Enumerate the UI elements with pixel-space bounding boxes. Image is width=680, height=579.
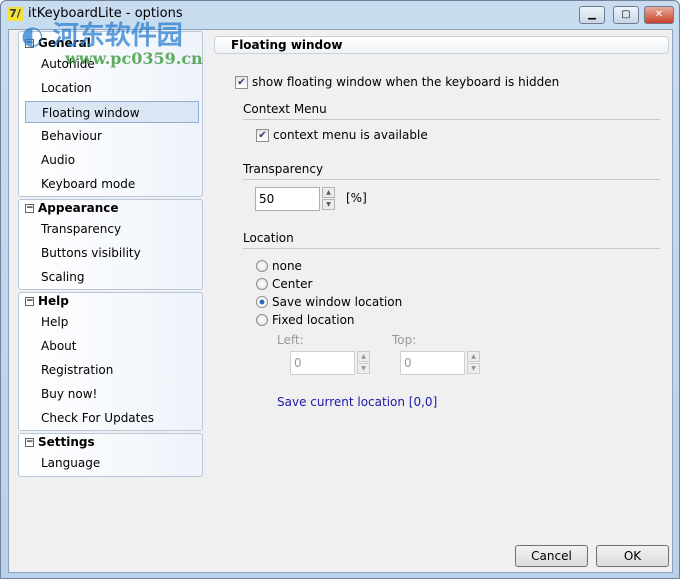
spin-up-icon[interactable]: ▲ [357,351,370,362]
location-radio[interactable]: Fixed location [256,313,355,327]
sidebar-item[interactable]: Scaling [25,266,199,288]
collapse-icon[interactable]: − [25,203,34,213]
radio-icon [256,260,268,272]
ok-button[interactable]: OK [596,545,669,567]
checkbox-checked-icon: ✔ [235,75,248,89]
sidebar-item[interactable]: Behaviour [25,125,199,147]
sidebar-item[interactable]: Language [25,452,199,474]
group-label: Help [38,294,69,308]
radio-label: Save window location [272,295,403,309]
checkbox-checked-icon: ✔ [256,128,269,142]
group-label: Appearance [38,201,119,215]
sidebar-item[interactable]: Audio [25,149,199,171]
radio-label: Fixed location [272,313,355,327]
panel-title: Floating window [214,36,669,54]
title-bar[interactable]: 7/ itKeyboardLite - options ▁ ▢ ✕ [1,1,679,29]
transparency-spinner[interactable]: ▲ ▼ [322,187,335,211]
location-radio[interactable]: Center [256,277,312,291]
sidebar-item[interactable]: About [25,335,199,357]
radio-icon [256,278,268,290]
sidebar-group-settings: − Settings Language [18,433,203,477]
group-label: Settings [38,435,95,449]
sidebar-item[interactable]: Autohide [25,53,199,75]
radio-icon [256,296,268,308]
group-header[interactable]: − Settings [25,435,95,449]
context-menu-label: context menu is available [273,128,428,142]
window-title: itKeyboardLite - options [28,6,183,21]
group-header[interactable]: − Help [25,294,69,308]
collapse-icon[interactable]: − [25,38,34,48]
context-menu-checkbox[interactable]: ✔ context menu is available [256,128,428,142]
group-header[interactable]: − General [25,36,91,50]
group-header[interactable]: − Appearance [25,201,119,215]
client-area: − General Autohide Location Floating window B… [8,29,673,573]
sidebar-item[interactable]: Check For Updates [25,407,199,429]
sidebar-item[interactable]: Location [25,77,199,99]
location-heading: Location [243,231,660,249]
sidebar-item[interactable]: Floating window [25,101,199,123]
spin-down-icon[interactable]: ▼ [357,363,370,374]
show-floating-checkbox[interactable]: ✔ show floating window when the keyboard… [235,75,559,89]
context-menu-heading: Context Menu [243,102,660,120]
maximize-button[interactable]: ▢ [613,6,639,24]
collapse-icon[interactable]: − [25,437,34,447]
sidebar-group-help: − Help Help About Registration Buy now! Check … [18,292,203,431]
save-current-location-link[interactable]: Save current location [0,0] [277,395,437,409]
sidebar-item[interactable]: Registration [25,359,199,381]
location-radio[interactable]: Save window location [256,295,402,309]
app-logo-icon: 7/ [7,7,23,21]
transparency-heading: Transparency [243,162,660,180]
spin-up-icon[interactable]: ▲ [467,351,480,362]
options-window: 7/ itKeyboardLite - options ▁ ▢ ✕ − Gener… [0,0,680,579]
close-button[interactable]: ✕ [644,6,674,24]
sidebar-group-general: − General Autohide Location Floating window B… [18,31,203,197]
show-floating-label: show floating window when the keyboard i… [252,75,560,89]
radio-icon [256,314,268,326]
sidebar-item[interactable]: Transparency [25,218,199,240]
transparency-unit: [%] [346,191,367,205]
top-spinner[interactable]: ▲ ▼ [467,351,480,375]
spin-up-icon[interactable]: ▲ [322,187,335,198]
left-spinner[interactable]: ▲ ▼ [357,351,370,375]
sidebar-item[interactable]: Buy now! [25,383,199,405]
left-label: Left: [277,333,304,347]
radio-label: Center [272,277,313,291]
left-input[interactable]: 0 [290,351,355,375]
group-label: General [38,36,91,50]
transparency-input[interactable]: 50 [255,187,320,211]
minimize-button[interactable]: ▁ [579,6,605,24]
spin-down-icon[interactable]: ▼ [467,363,480,374]
top-label: Top: [392,333,417,347]
spin-down-icon[interactable]: ▼ [322,199,335,210]
collapse-icon[interactable]: − [25,296,34,306]
sidebar-item[interactable]: Keyboard mode [25,173,199,195]
location-radio[interactable]: none [256,259,302,273]
sidebar-item[interactable]: Help [25,311,199,333]
sidebar-item[interactable]: Buttons visibility [25,242,199,264]
top-input[interactable]: 0 [400,351,465,375]
cancel-button[interactable]: Cancel [515,545,588,567]
sidebar-group-appearance: − Appearance Transparency Buttons visibilit… [18,199,203,290]
radio-label: none [272,259,302,273]
